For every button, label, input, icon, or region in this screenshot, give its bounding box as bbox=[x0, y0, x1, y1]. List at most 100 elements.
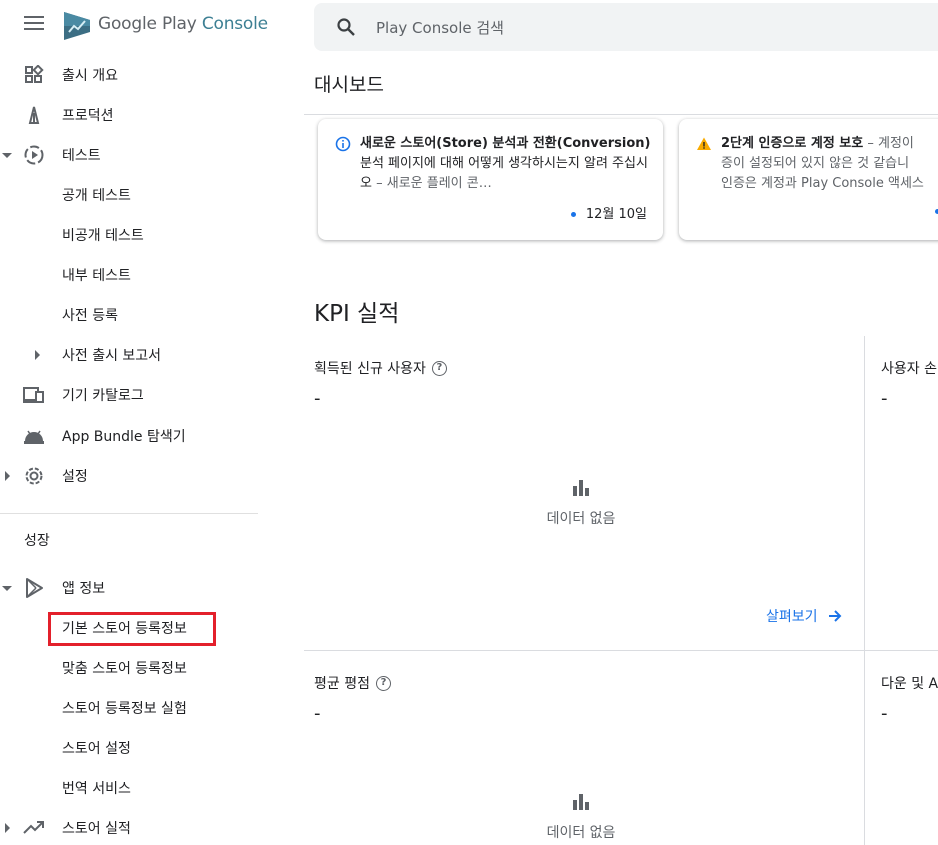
kpi-section-title: KPI 실적 bbox=[314, 301, 400, 327]
sidebar-item-release-overview[interactable]: 출시 개요 bbox=[0, 55, 260, 95]
lighthouse-icon bbox=[22, 103, 46, 127]
metric-value-downloads: - bbox=[881, 703, 888, 724]
gear-icon bbox=[22, 464, 46, 488]
sidebar-item-label: 스토어 설정 bbox=[62, 741, 131, 757]
metric-value-user-loss: - bbox=[881, 388, 888, 409]
no-data-placeholder: 데이터 없음 bbox=[521, 480, 641, 528]
sidebar-item-custom-store-listing[interactable]: 맞춤 스토어 등록정보 bbox=[0, 648, 260, 688]
brand-console: Console bbox=[201, 14, 268, 34]
header-divider bbox=[304, 114, 938, 115]
chevron-right-icon[interactable] bbox=[2, 471, 12, 481]
bar-chart-icon bbox=[521, 480, 641, 496]
sidebar-item-label: 출시 개요 bbox=[62, 68, 118, 84]
page-title: 대시보드 bbox=[314, 74, 384, 96]
chevron-down-icon[interactable] bbox=[2, 583, 12, 593]
sidebar: Google Play Console 출시 개요 프로덕션 테스트 공개 테스… bbox=[0, 0, 268, 845]
metric-value-new-users: - bbox=[314, 388, 321, 409]
sidebar-divider bbox=[0, 513, 258, 514]
sidebar-item-label: 내부 테스트 bbox=[62, 268, 131, 284]
sidebar-item-settings[interactable]: 설정 bbox=[0, 456, 260, 496]
sidebar-item-translation-service[interactable]: 번역 서비스 bbox=[0, 768, 260, 808]
card-bold-text: 2단계 인증으로 계정 보호 bbox=[721, 136, 864, 151]
metric-label-text: 평균 평점 bbox=[314, 676, 370, 692]
play-console-logo[interactable] bbox=[62, 10, 92, 42]
brand-name[interactable]: Google Play Console bbox=[98, 14, 268, 34]
sidebar-item-production[interactable]: 프로덕션 bbox=[0, 95, 260, 135]
notification-card-2fa[interactable]: 2단계 인증으로 계정 보호 – 계정이 증이 설정되어 있지 않은 것 같습니… bbox=[679, 119, 938, 240]
sidebar-item-store-performance[interactable]: 스토어 실적 bbox=[0, 808, 260, 845]
sidebar-item-label: 번역 서비스 bbox=[62, 781, 131, 797]
card-line-2: 증이 설정되어 있지 않은 것 같습니 bbox=[721, 156, 910, 171]
sidebar-item-internal-testing[interactable]: 내부 테스트 bbox=[0, 255, 260, 295]
bar-chart-icon bbox=[521, 794, 641, 810]
highlight-annotation-box bbox=[48, 612, 216, 646]
sidebar-item-app-bundle-explorer[interactable]: App Bundle 탐색기 bbox=[0, 416, 260, 456]
sidebar-item-label: 맞춤 스토어 등록정보 bbox=[62, 661, 187, 677]
card-line-3: 인증은 계정과 Play Console 액세스 bbox=[721, 176, 924, 191]
sidebar-item-device-catalog[interactable]: 기기 카탈로그 bbox=[0, 375, 260, 415]
sidebar-item-store-settings[interactable]: 스토어 설정 bbox=[0, 728, 260, 768]
sidebar-item-label: 테스트 bbox=[62, 148, 101, 164]
card-date: 12월 10일 bbox=[570, 203, 647, 222]
sidebar-item-label: 기기 카탈로그 bbox=[62, 388, 144, 404]
metric-label-new-users: 획득된 신규 사용자? bbox=[314, 358, 447, 378]
play-outline-icon bbox=[22, 576, 46, 600]
arrow-right-icon bbox=[828, 610, 841, 622]
card-bold-text: 새로운 스토어(Store) 분석과 전환(Conversion) bbox=[360, 136, 651, 151]
card-text: 2단계 인증으로 계정 보호 – 계정이 증이 설정되어 있지 않은 것 같습니… bbox=[721, 134, 938, 194]
metric-value-average-rating: - bbox=[314, 703, 321, 724]
sidebar-item-label: 설정 bbox=[62, 469, 88, 485]
menu-icon[interactable] bbox=[24, 16, 44, 32]
sidebar-item-label: 프로덕션 bbox=[62, 108, 114, 124]
warning-icon bbox=[697, 137, 711, 150]
sidebar-item-open-testing[interactable]: 공개 테스트 bbox=[0, 175, 260, 215]
dashboard-grid-icon bbox=[22, 63, 46, 87]
sidebar-item-label: 사전 등록 bbox=[62, 308, 118, 324]
brand-google-play: Google Play bbox=[98, 14, 197, 34]
kpi-column-divider bbox=[864, 336, 865, 845]
metric-label-downloads: 다운 및 A bbox=[881, 673, 938, 693]
sidebar-item-pre-registration[interactable]: 사전 등록 bbox=[0, 295, 260, 335]
metric-label-text: 사용자 손 bbox=[881, 361, 937, 377]
explore-link-text: 살펴보기 bbox=[766, 609, 818, 625]
metric-label-text: 획득된 신규 사용자 bbox=[314, 361, 426, 377]
sidebar-item-closed-testing[interactable]: 비공개 테스트 bbox=[0, 215, 260, 255]
search-icon[interactable] bbox=[336, 17, 356, 37]
sidebar-item-store-listing-experiments[interactable]: 스토어 등록정보 실험 bbox=[0, 688, 260, 728]
search-bar[interactable] bbox=[314, 3, 938, 51]
sidebar-item-app-info[interactable]: 앱 정보 bbox=[0, 568, 260, 608]
sidebar-item-label: 앱 정보 bbox=[62, 581, 106, 597]
sidebar-item-label: 스토어 실적 bbox=[62, 821, 131, 837]
card-date-text: 12월 10일 bbox=[585, 207, 647, 222]
info-icon bbox=[335, 136, 351, 152]
devices-icon bbox=[22, 383, 46, 407]
metric-label-text: 다운 및 A bbox=[881, 676, 938, 692]
no-data-text: 데이터 없음 bbox=[546, 511, 616, 527]
kpi-row-divider bbox=[304, 650, 938, 651]
help-icon[interactable]: ? bbox=[431, 360, 447, 376]
card-text: 새로운 스토어(Store) 분석과 전환(Conversion) 분석 페이지… bbox=[360, 134, 655, 194]
unread-dot bbox=[570, 212, 576, 217]
sidebar-item-pre-launch-report[interactable]: 사전 출시 보고서 bbox=[0, 335, 260, 375]
metric-label-average-rating: 평균 평점? bbox=[314, 673, 391, 693]
sidebar-item-label: 스토어 등록정보 실험 bbox=[62, 701, 187, 717]
notification-card-store-analysis[interactable]: 새로운 스토어(Store) 분석과 전환(Conversion) 분석 페이지… bbox=[318, 119, 663, 240]
help-icon[interactable]: ? bbox=[375, 675, 391, 691]
sidebar-item-testing[interactable]: 테스트 bbox=[0, 135, 260, 175]
metric-label-user-loss: 사용자 손 bbox=[881, 358, 937, 378]
explore-link[interactable]: 살펴보기 bbox=[766, 606, 842, 626]
card-muted-text: – 계정이 bbox=[863, 136, 914, 151]
android-icon bbox=[22, 424, 46, 448]
chevron-right-icon[interactable] bbox=[32, 350, 42, 360]
section-title-growth: 성장 bbox=[24, 533, 50, 549]
play-circle-dashed-icon bbox=[22, 143, 46, 167]
sidebar-item-label: 비공개 테스트 bbox=[62, 228, 144, 244]
trending-up-icon bbox=[22, 816, 46, 840]
chevron-right-icon[interactable] bbox=[2, 823, 12, 833]
chevron-down-icon[interactable] bbox=[2, 150, 12, 160]
card-muted-text: – 새로운 플레이 콘… bbox=[371, 176, 492, 191]
app-header: Google Play Console bbox=[0, 0, 268, 52]
sidebar-item-label: 공개 테스트 bbox=[62, 188, 131, 204]
search-input[interactable] bbox=[376, 15, 896, 41]
no-data-placeholder: 데이터 없음 bbox=[521, 794, 641, 842]
